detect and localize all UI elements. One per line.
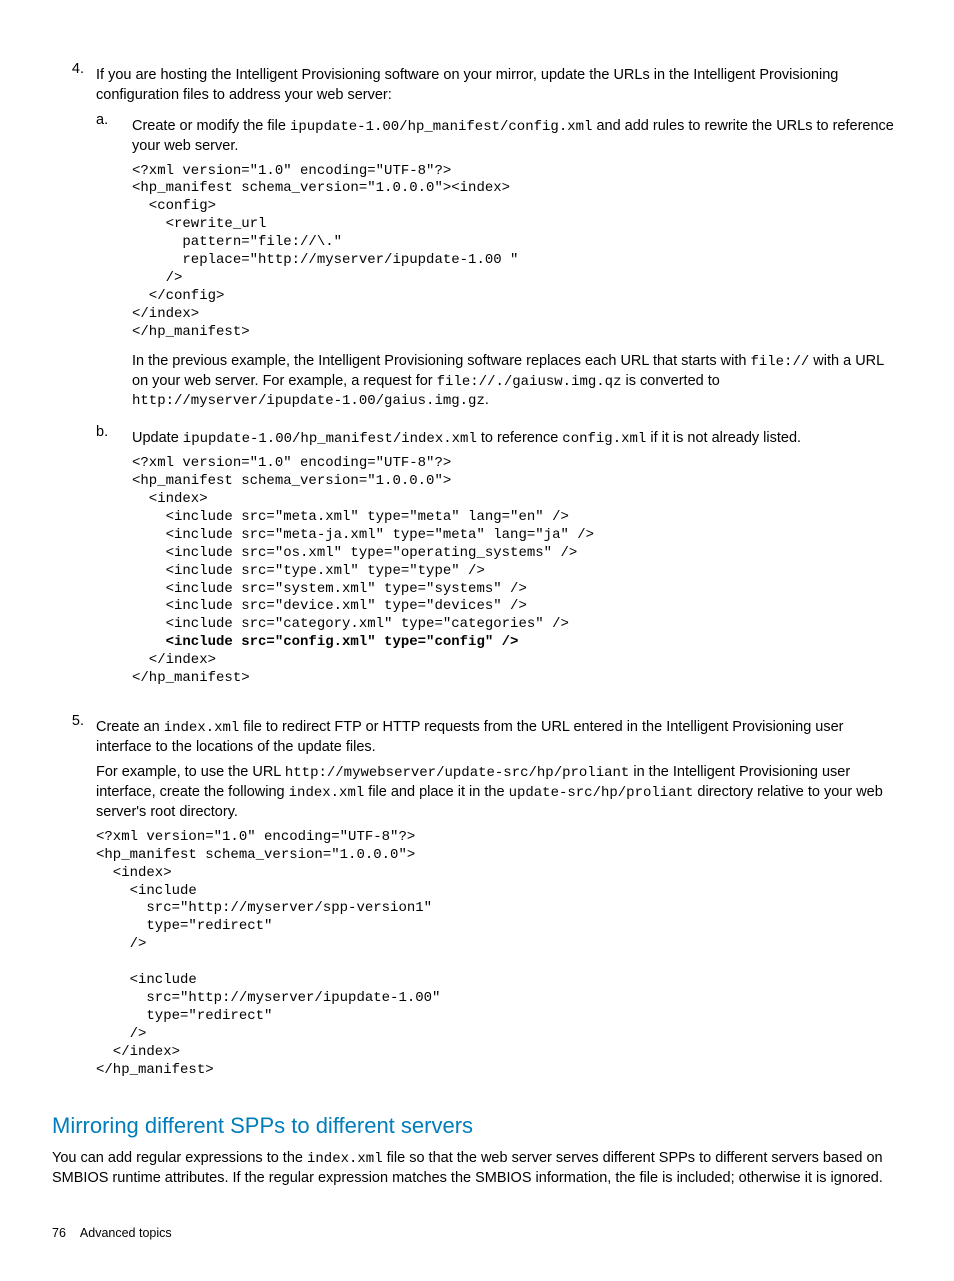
page-number: 76 — [52, 1225, 66, 1242]
code-inline: http://mywebserver/update-src/hp/prolian… — [285, 765, 629, 781]
step-5-p2: For example, to use the URL http://myweb… — [96, 763, 902, 822]
step-4: 4. If you are hosting the Intelligent Pr… — [52, 60, 902, 704]
footer-title: Advanced topics — [80, 1226, 172, 1240]
step-4-intro: If you are hosting the Intelligent Provi… — [96, 66, 902, 105]
step-4b-text: Update ipupdate-1.00/hp_manifest/index.x… — [132, 429, 902, 449]
code-inline: http://myserver/ipupdate-1.00/gaius.img.… — [132, 393, 485, 409]
step-4b: b. Update ipupdate-1.00/hp_manifest/inde… — [96, 423, 902, 698]
code-block-redirect-xml: <?xml version="1.0" encoding="UTF-8"?> <… — [96, 829, 902, 1080]
text: Create an — [96, 719, 164, 735]
text: Create or modify the file — [132, 118, 290, 134]
code-pre: <?xml version="1.0" encoding="UTF-8"?> <… — [132, 455, 594, 632]
text: file and place it in the — [364, 784, 508, 800]
code-inline: config.xml — [562, 431, 646, 447]
text: . — [485, 392, 489, 408]
step-4a-text: Create or modify the file ipupdate-1.00/… — [132, 117, 902, 156]
code-inline: file://./gaiusw.img.qz — [437, 374, 622, 390]
code-post: </index> </hp_manifest> — [132, 652, 250, 686]
substep-letter: b. — [96, 423, 132, 698]
page-footer: 76 Advanced topics — [52, 1225, 902, 1242]
code-block-index-xml: <?xml version="1.0" encoding="UTF-8"?> <… — [132, 455, 902, 688]
substep-letter: a. — [96, 111, 132, 417]
step-5: 5. Create an index.xml file to redirect … — [52, 712, 902, 1089]
code-inline: file:// — [750, 354, 809, 370]
step-4a: a. Create or modify the file ipupdate-1.… — [96, 111, 902, 417]
code-bold-line: <include src="config.xml" type="config" … — [132, 634, 518, 650]
code-block-config-xml: <?xml version="1.0" encoding="UTF-8"?> <… — [132, 163, 902, 342]
section-paragraph: You can add regular expressions to the i… — [52, 1149, 902, 1188]
code-inline: ipupdate-1.00/hp_manifest/config.xml — [290, 119, 592, 135]
code-inline: index.xml — [164, 720, 240, 736]
code-inline: update-src/hp/proliant — [509, 785, 694, 801]
text: is converted to — [622, 373, 720, 389]
step-number: 4. — [52, 60, 96, 704]
code-inline: ipupdate-1.00/hp_manifest/index.xml — [183, 431, 477, 447]
text: In the previous example, the Intelligent… — [132, 353, 750, 369]
step-number: 5. — [52, 712, 96, 1089]
section-heading: Mirroring different SPPs to different se… — [52, 1111, 902, 1141]
code-inline: index.xml — [307, 1151, 383, 1167]
text: You can add regular expressions to the — [52, 1150, 307, 1166]
code-inline: index.xml — [289, 785, 365, 801]
step-4a-explanation: In the previous example, the Intelligent… — [132, 352, 902, 412]
text: Update — [132, 430, 183, 446]
text: if it is not already listed. — [646, 430, 801, 446]
text: For example, to use the URL — [96, 764, 285, 780]
ordered-steps: 4. If you are hosting the Intelligent Pr… — [52, 60, 902, 1089]
text: to reference — [477, 430, 562, 446]
step-5-p1: Create an index.xml file to redirect FTP… — [96, 718, 902, 757]
